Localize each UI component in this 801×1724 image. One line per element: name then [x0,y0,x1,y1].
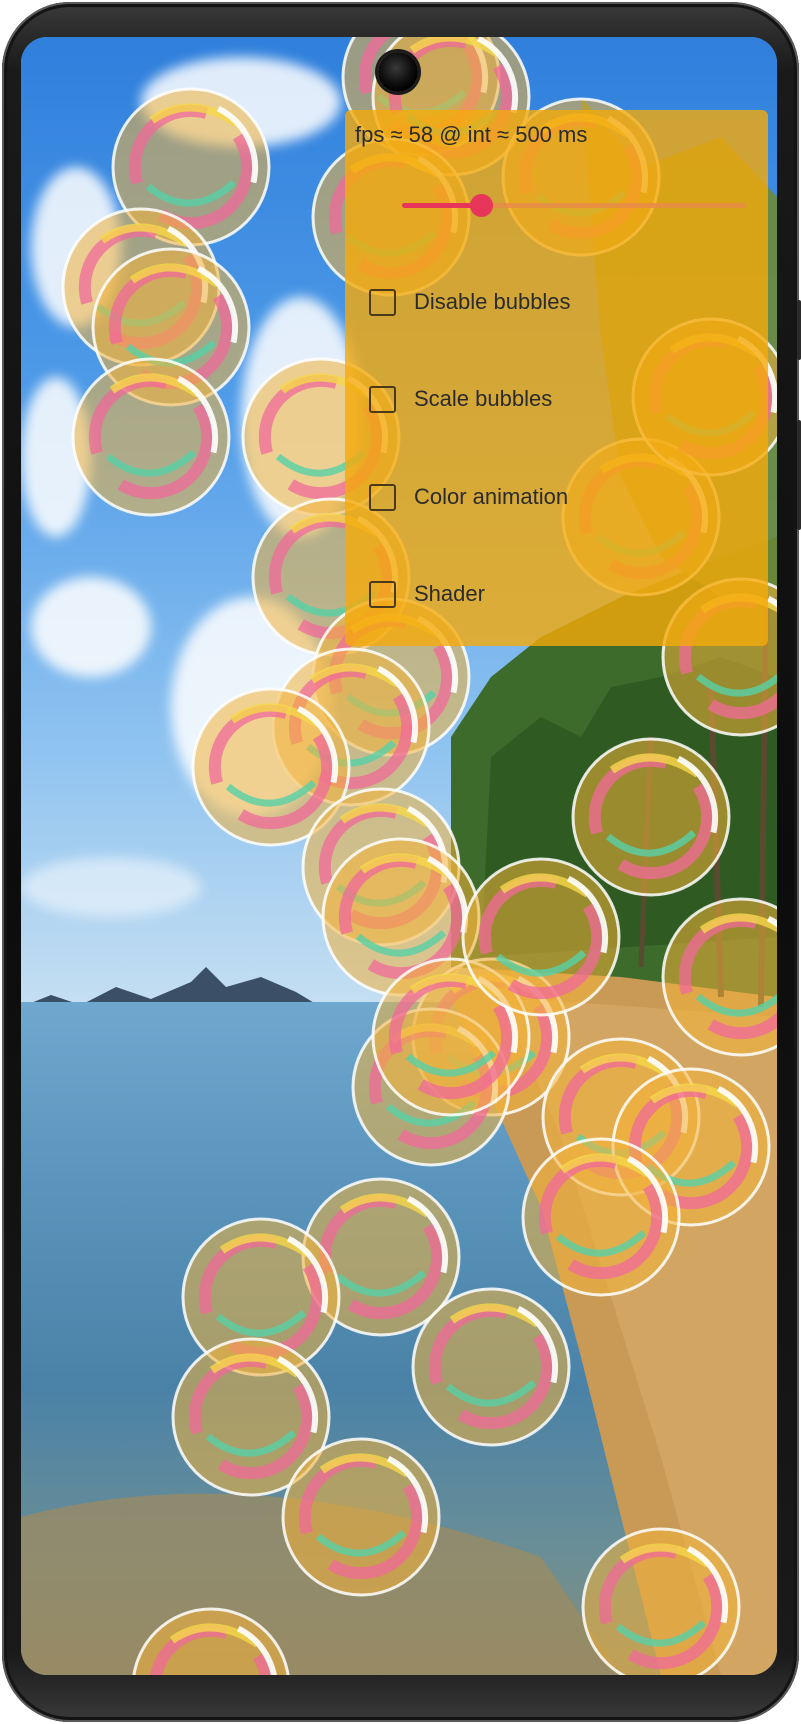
front-camera [378,52,418,92]
option-shader[interactable]: Shader [369,574,485,614]
option-scale-bubbles[interactable]: Scale bubbles [369,379,552,419]
settings-panel [345,110,768,646]
option-label: Shader [414,581,485,606]
fps-readout: fps ≈ 58 @ int ≈ 500 ms [355,122,588,147]
slider-thumb[interactable] [470,194,494,217]
option-label: Color animation [414,484,569,509]
volume-button [797,420,801,530]
power-button [797,300,801,360]
color-animation-checkbox[interactable] [369,483,396,511]
scale-bubbles-checkbox[interactable] [369,385,396,413]
option-color-animation[interactable]: Color animation [369,477,568,517]
option-label: Scale bubbles [414,386,553,411]
interval-slider[interactable] [402,192,746,220]
option-disable-bubbles[interactable]: Disable bubbles [369,282,571,322]
shader-checkbox[interactable] [369,580,396,608]
disable-bubbles-checkbox[interactable] [369,288,396,316]
option-label: Disable bubbles [414,289,571,314]
phone-device: fps ≈ 58 @ int ≈ 500 ms Disable bubbles … [0,0,801,1724]
